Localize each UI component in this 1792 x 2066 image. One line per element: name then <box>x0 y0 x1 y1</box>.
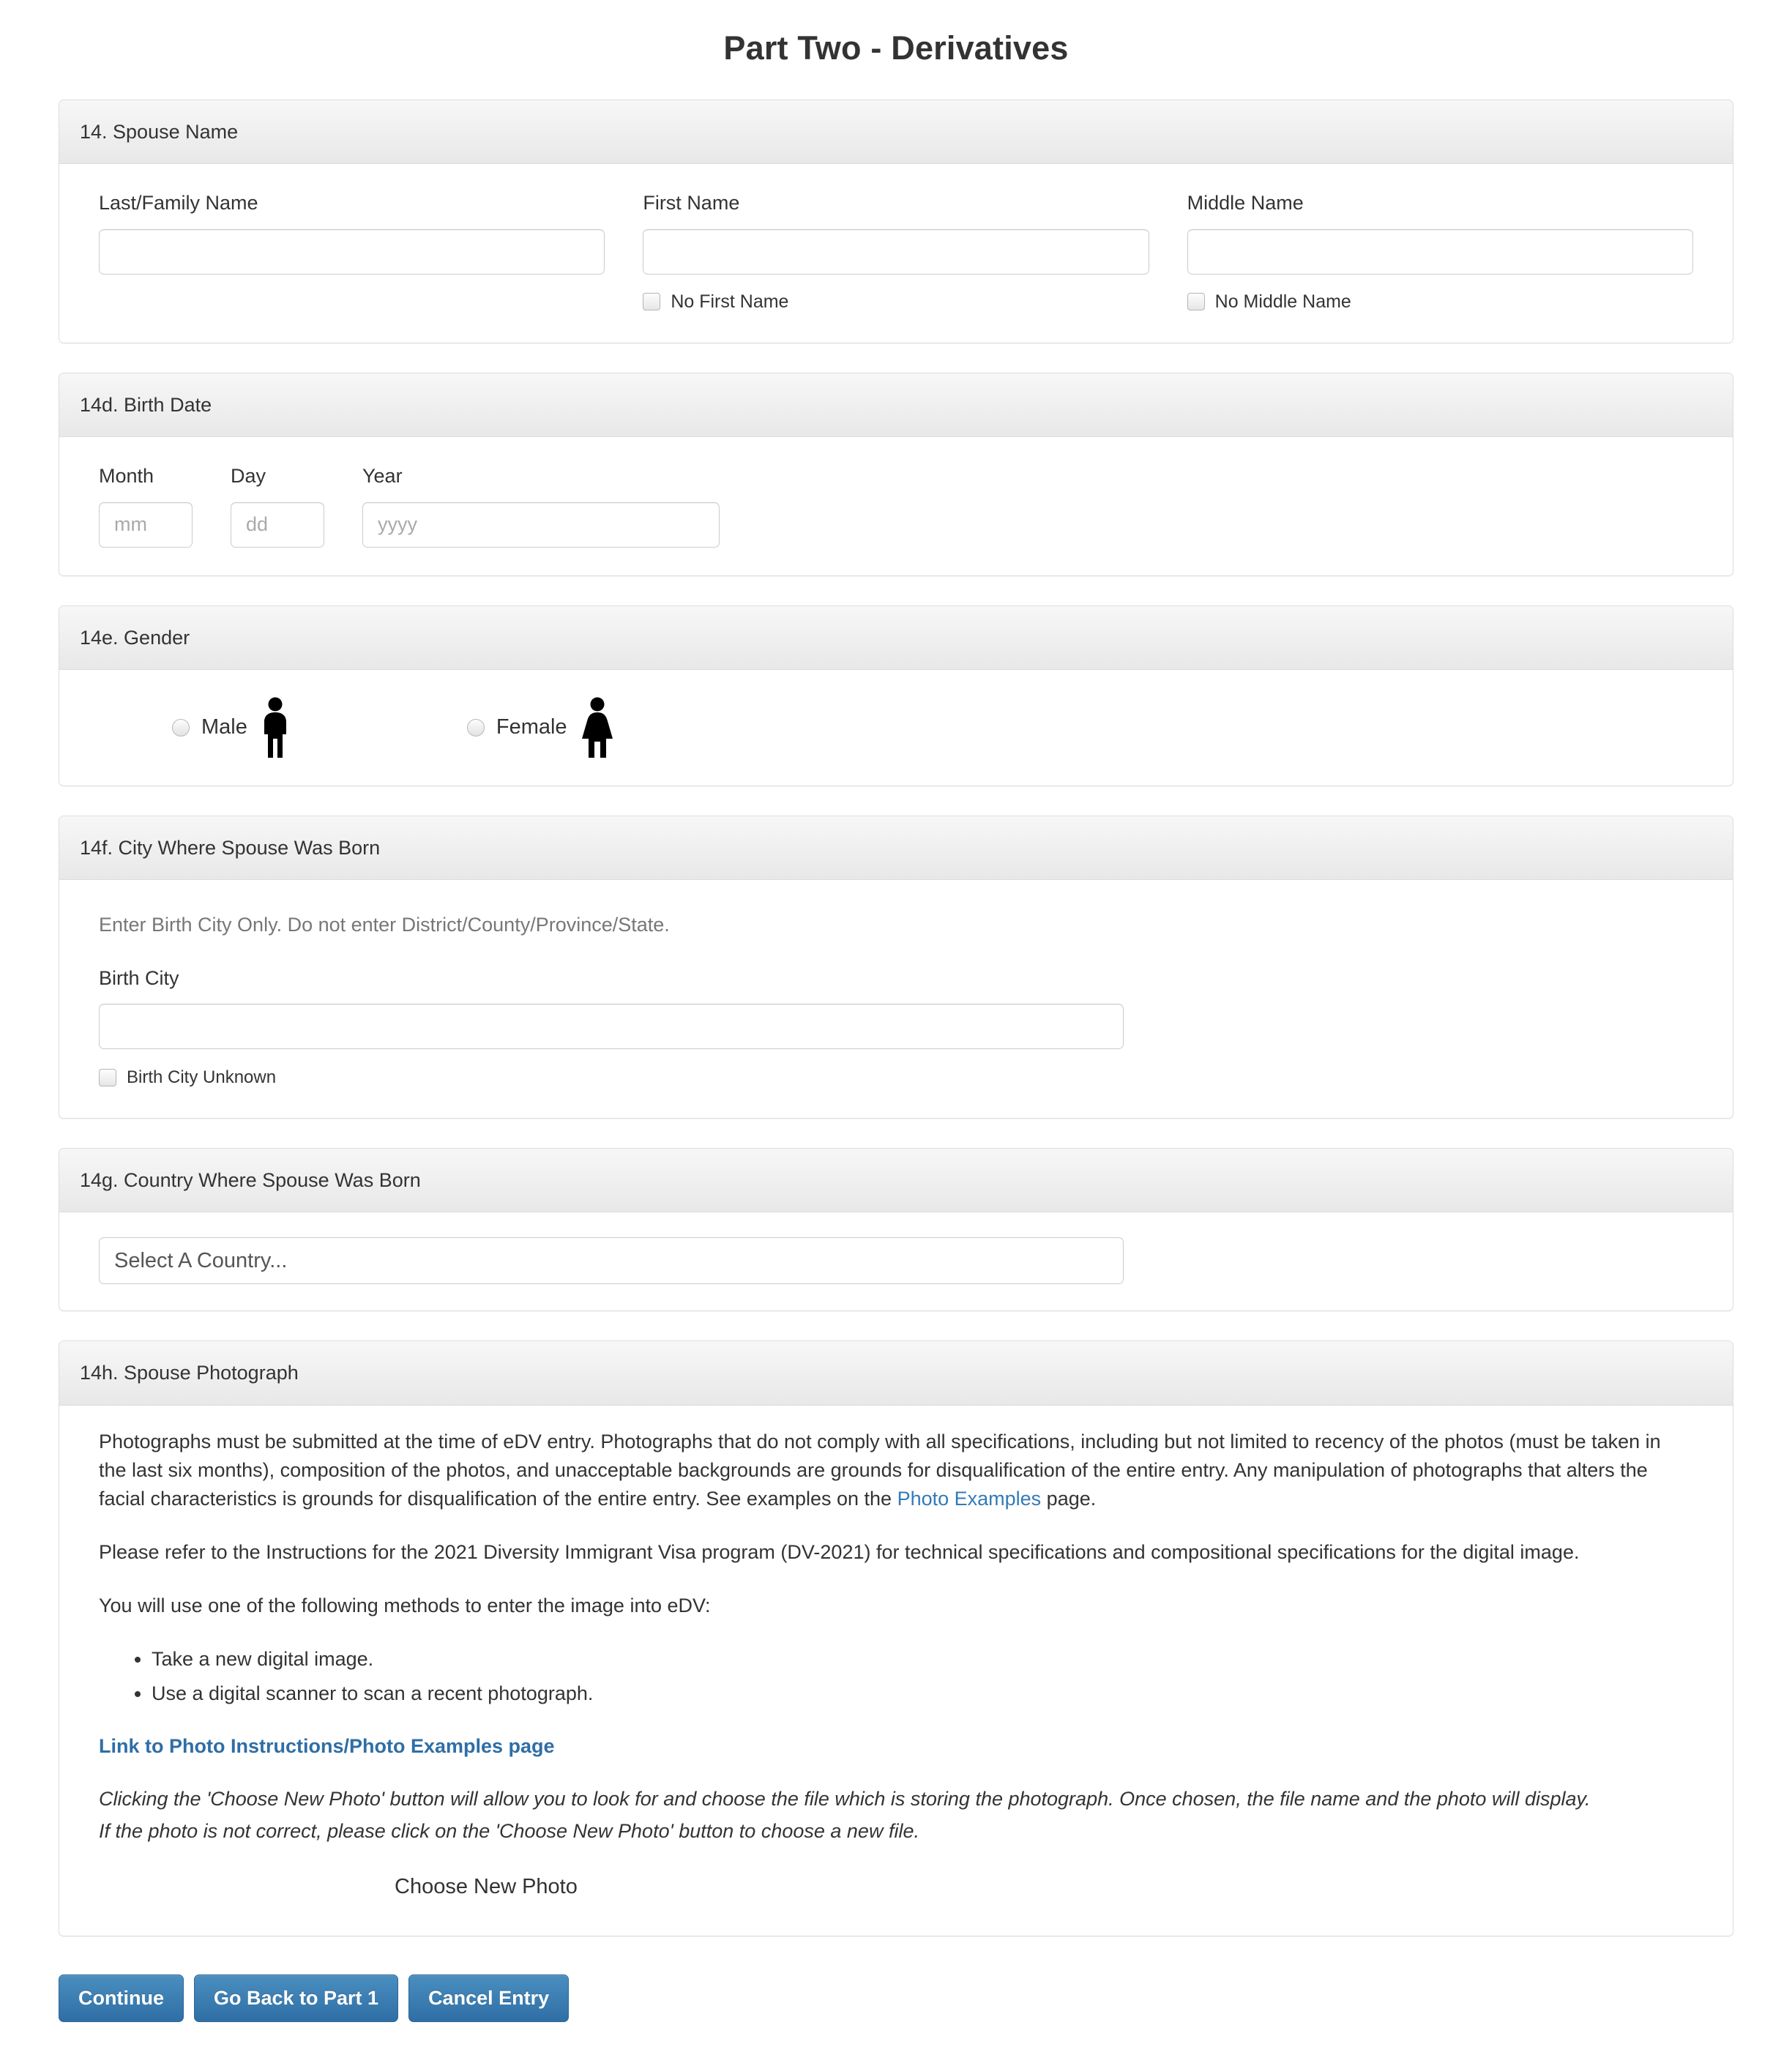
birth-month-input[interactable] <box>99 501 193 548</box>
panel-heading-gender: 14e. Gender <box>59 605 1733 671</box>
photo-paragraph-1-text-b: page. <box>1041 1488 1097 1510</box>
birth-city-input[interactable] <box>99 1004 1124 1050</box>
female-label: Female <box>496 715 567 739</box>
photo-instructions-link[interactable]: Link to Photo Instructions/Photo Example… <box>80 1732 1712 1760</box>
no-first-name-checkbox[interactable] <box>643 293 661 311</box>
birth-city-hint: Enter Birth City Only. Do not enter Dist… <box>99 914 670 936</box>
birth-year-label: Year <box>362 465 403 488</box>
first-name-input[interactable] <box>643 228 1149 275</box>
birth-day-label: Day <box>231 465 266 488</box>
birth-month-label: Month <box>99 465 154 488</box>
photo-note-1: Clicking the 'Choose New Photo' button w… <box>99 1788 1591 1810</box>
panel-birth-country: 14g. Country Where Spouse Was Born Selec… <box>59 1148 1733 1312</box>
choose-new-photo-button[interactable]: Choose New Photo <box>395 1872 578 1902</box>
last-name-group: Last/Family Name <box>80 189 624 315</box>
cancel-entry-button[interactable]: Cancel Entry <box>408 1974 570 2022</box>
spouse-name-row: Last/Family Name First Name No First Nam… <box>80 189 1712 315</box>
birth-date-row: Month Day Year <box>80 462 1712 548</box>
middle-name-label: Middle Name <box>1187 192 1304 215</box>
footer-button-bar: Continue Go Back to Part 1 Cancel Entry <box>59 1966 1733 2066</box>
form-page: Part Two - Derivatives 14. Spouse Name L… <box>59 0 1733 2066</box>
gender-option-female[interactable]: Female <box>466 696 616 759</box>
birth-city-group: Birth City Birth City Unknown <box>80 964 1712 1090</box>
first-name-group: First Name No First Name <box>624 189 1168 315</box>
go-back-to-part-1-button[interactable]: Go Back to Part 1 <box>193 1974 399 2022</box>
panel-spouse-photograph: 14h. Spouse Photograph Photographs must … <box>59 1340 1733 1936</box>
no-middle-name-checkbox-row[interactable]: No Middle Name <box>1187 289 1693 316</box>
female-figure-icon <box>579 696 616 759</box>
panel-heading-spouse-photograph: 14h. Spouse Photograph <box>59 1341 1733 1406</box>
birth-country-selected-value: Select A Country... <box>114 1248 288 1272</box>
birth-day-group: Day <box>212 462 343 548</box>
panel-body-spouse-photograph: Photographs must be submitted at the tim… <box>59 1406 1733 1936</box>
birth-year-input[interactable] <box>362 501 720 548</box>
photo-paragraph-1: Photographs must be submitted at the tim… <box>80 1428 1712 1513</box>
panel-heading-spouse-name: 14. Spouse Name <box>59 100 1733 165</box>
birth-month-group: Month <box>80 462 212 548</box>
birth-city-unknown-checkbox[interactable] <box>99 1069 116 1087</box>
panel-birth-date: 14d. Birth Date Month Day Year <box>59 373 1733 576</box>
panel-body-gender: Male Female <box>59 670 1733 786</box>
male-figure-icon <box>259 696 291 759</box>
panel-body-birth-date: Month Day Year <box>59 437 1733 575</box>
gender-options: Male Female <box>80 686 1712 767</box>
photo-paragraph-2: Please refer to the Instructions for the… <box>99 1541 1580 1564</box>
birth-country-group: Select A Country... <box>80 1234 1712 1286</box>
panel-heading-birth-country: 14g. Country Where Spouse Was Born <box>59 1149 1733 1213</box>
photo-methods-list: Take a new digital image. Use a digital … <box>80 1645 1712 1707</box>
middle-name-group: Middle Name No Middle Name <box>1168 189 1712 315</box>
birth-year-group: Year <box>343 462 739 548</box>
no-first-name-label: No First Name <box>671 291 789 312</box>
male-radio[interactable] <box>172 719 190 737</box>
page-title: Part Two - Derivatives <box>723 29 1069 67</box>
last-name-input[interactable] <box>99 228 605 275</box>
birth-country-select[interactable]: Select A Country... <box>99 1237 1124 1285</box>
panel-birth-city: 14f. City Where Spouse Was Born Enter Bi… <box>59 816 1733 1119</box>
panel-body-birth-country: Select A Country... <box>59 1212 1733 1310</box>
no-first-name-checkbox-row[interactable]: No First Name <box>643 289 1149 316</box>
panel-gender: 14e. Gender Male Female <box>59 605 1733 787</box>
no-middle-name-label: No Middle Name <box>1214 291 1351 312</box>
female-radio[interactable] <box>466 719 485 737</box>
birth-city-label: Birth City <box>99 966 179 989</box>
list-item: Take a new digital image. <box>152 1645 1712 1673</box>
male-label: Male <box>201 715 247 739</box>
panel-body-spouse-name: Last/Family Name First Name No First Nam… <box>59 164 1733 343</box>
birth-city-unknown-checkbox-row[interactable]: Birth City Unknown <box>99 1065 1693 1090</box>
no-middle-name-checkbox[interactable] <box>1187 293 1205 311</box>
photo-paragraph-3: You will use one of the following method… <box>99 1595 711 1617</box>
gender-option-male[interactable]: Male <box>172 696 291 759</box>
birth-day-input[interactable] <box>231 501 324 548</box>
photo-paragraph-1-text-a: Photographs must be submitted at the tim… <box>99 1430 1661 1510</box>
choose-new-photo-control[interactable]: Choose New Photo <box>395 1865 1712 1906</box>
photo-note-2: If the photo is not correct, please clic… <box>99 1819 919 1842</box>
birth-city-unknown-label: Birth City Unknown <box>127 1067 277 1088</box>
panel-spouse-name: 14. Spouse Name Last/Family Name First N… <box>59 99 1733 344</box>
panel-heading-birth-city: 14f. City Where Spouse Was Born <box>59 816 1733 881</box>
last-name-label: Last/Family Name <box>99 192 258 215</box>
middle-name-input[interactable] <box>1187 228 1693 275</box>
first-name-label: First Name <box>643 192 740 215</box>
continue-button[interactable]: Continue <box>59 1974 184 2022</box>
photo-examples-link[interactable]: Photo Examples <box>897 1488 1042 1510</box>
panel-heading-birth-date: 14d. Birth Date <box>59 373 1733 438</box>
panel-body-birth-city: Enter Birth City Only. Do not enter Dist… <box>59 880 1733 1118</box>
list-item: Use a digital scanner to scan a recent p… <box>152 1679 1712 1707</box>
